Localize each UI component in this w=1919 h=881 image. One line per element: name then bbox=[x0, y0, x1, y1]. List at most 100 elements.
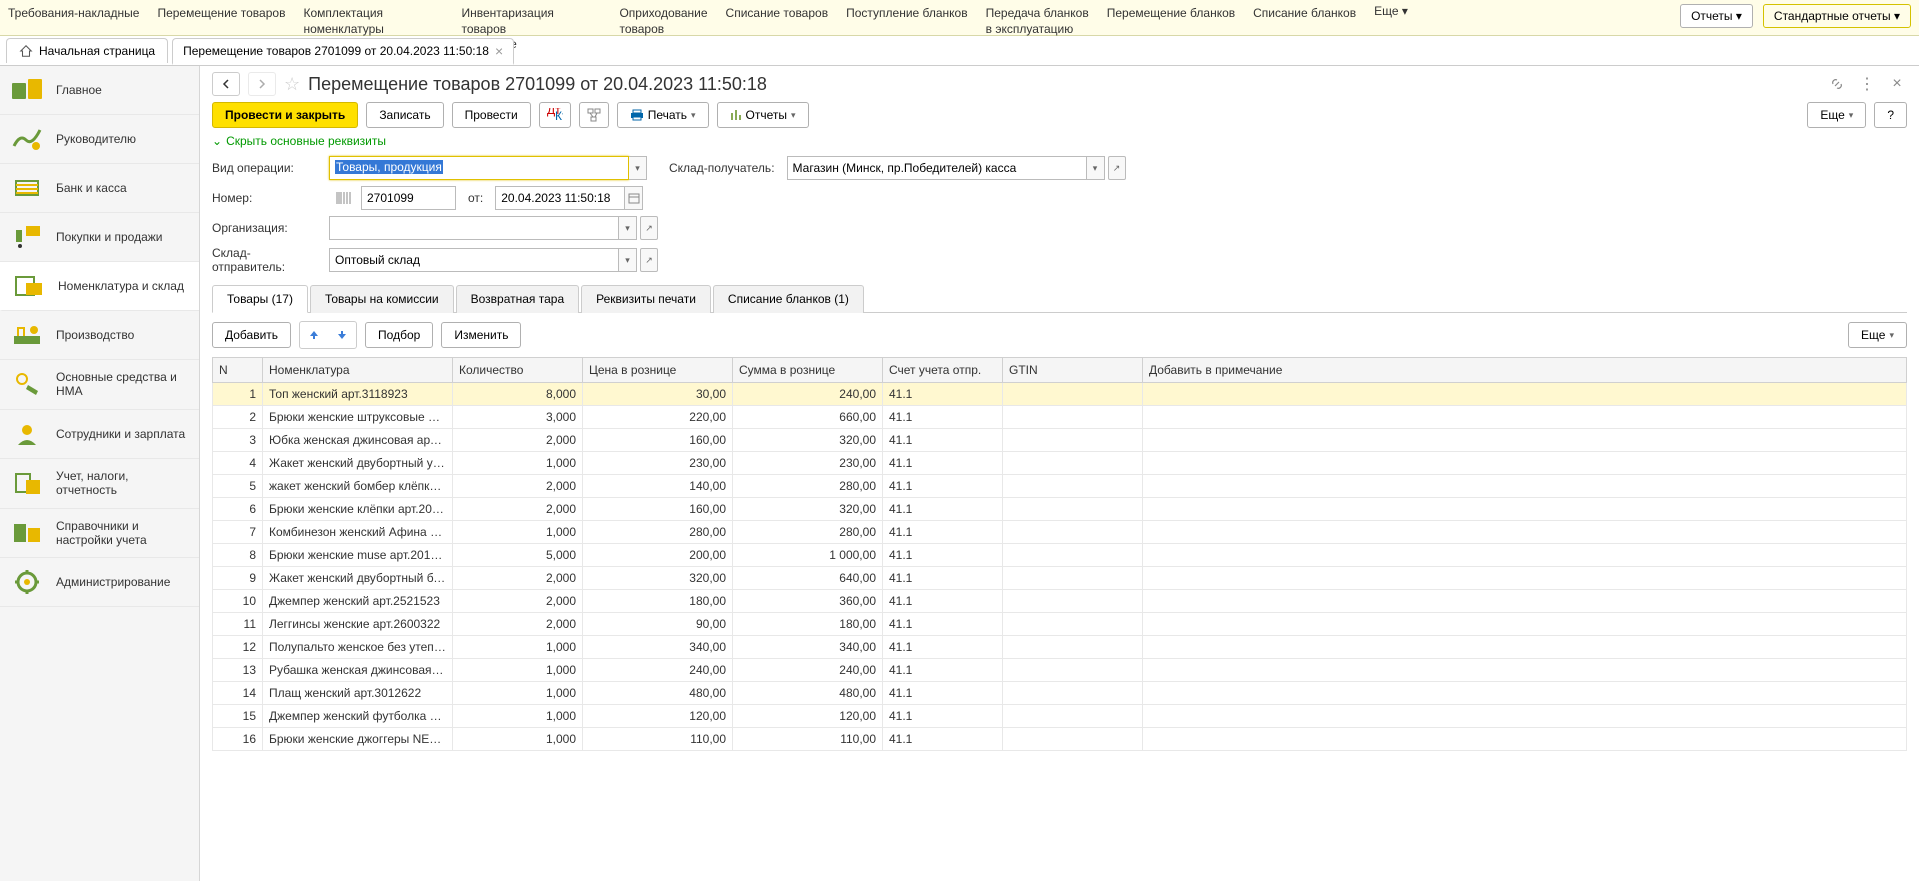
sidebar-item-10[interactable]: Администрирование bbox=[0, 558, 199, 607]
edit-row-button[interactable]: Изменить bbox=[441, 322, 521, 348]
number-input[interactable] bbox=[361, 186, 456, 210]
col-n[interactable]: N bbox=[213, 358, 263, 383]
detail-tab-0[interactable]: Товары (17) bbox=[212, 285, 308, 313]
toggle-details-link[interactable]: Скрыть основные реквизиты bbox=[212, 134, 386, 148]
table-row[interactable]: 10Джемпер женский арт.25215232,000180,00… bbox=[213, 590, 1907, 613]
table-row[interactable]: 7Комбинезон женский Афина арт....1,00028… bbox=[213, 521, 1907, 544]
sender-open-icon[interactable]: ↗ bbox=[640, 248, 658, 272]
table-row[interactable]: 4Жакет женский двубортный укор...1,00023… bbox=[213, 452, 1907, 475]
table-row[interactable]: 8Брюки женские muse арт.20102225,000200,… bbox=[213, 544, 1907, 567]
post-button[interactable]: Провести bbox=[452, 102, 531, 128]
top-menu-more[interactable]: Еще ▾ bbox=[1374, 4, 1408, 55]
detail-tab-2[interactable]: Возвратная тара bbox=[456, 285, 580, 313]
menu-forms-move[interactable]: Перемещение бланков bbox=[1107, 4, 1235, 55]
optype-dropdown-icon[interactable]: ▾ bbox=[629, 156, 647, 180]
calendar-icon[interactable] bbox=[625, 186, 643, 210]
optype-input[interactable]: Товары, продукция bbox=[329, 156, 629, 180]
menu-forms-transfer[interactable]: Передача бланков в эксплуатацию bbox=[986, 4, 1089, 55]
cell-n: 13 bbox=[213, 659, 263, 682]
table-row[interactable]: 13Рубашка женская джинсовая арт....1,000… bbox=[213, 659, 1907, 682]
sidebar-label: Руководителю bbox=[56, 132, 136, 146]
detail-tab-4[interactable]: Списание бланков (1) bbox=[713, 285, 864, 313]
sidebar-icon-8 bbox=[10, 469, 44, 497]
cell-acct: 41.1 bbox=[883, 498, 1003, 521]
sidebar-item-9[interactable]: Справочники и настройки учета bbox=[0, 509, 199, 559]
close-content-icon[interactable]: × bbox=[1887, 74, 1907, 94]
detail-tab-3[interactable]: Реквизиты печати bbox=[581, 285, 711, 313]
col-sum[interactable]: Сумма в рознице bbox=[733, 358, 883, 383]
receiver-input[interactable] bbox=[787, 156, 1087, 180]
sidebar-item-6[interactable]: Основные средства и НМА bbox=[0, 360, 199, 410]
table-row[interactable]: 6Брюки женские клёпки арт.2002...2,00016… bbox=[213, 498, 1907, 521]
top-reports-button[interactable]: Отчеты ▾ bbox=[1680, 4, 1753, 28]
table-row[interactable]: 11Леггинсы женские арт.26003222,00090,00… bbox=[213, 613, 1907, 636]
doc-tab-current[interactable]: Перемещение товаров 2701099 от 20.04.202… bbox=[172, 38, 514, 65]
print-button[interactable]: Печать bbox=[617, 102, 709, 128]
kebab-icon[interactable]: ⋮ bbox=[1857, 74, 1877, 94]
cell-gtin bbox=[1003, 475, 1143, 498]
move-down-button[interactable] bbox=[330, 324, 354, 346]
menu-forms-in[interactable]: Поступление бланков bbox=[846, 4, 968, 55]
sidebar-item-0[interactable]: Главное bbox=[0, 66, 199, 115]
link-icon[interactable] bbox=[1827, 74, 1847, 94]
org-input[interactable] bbox=[329, 216, 619, 240]
col-acct[interactable]: Счет учета отпр. bbox=[883, 358, 1003, 383]
sidebar-item-1[interactable]: Руководителю bbox=[0, 115, 199, 164]
detail-tab-1[interactable]: Товары на комиссии bbox=[310, 285, 454, 313]
cell-gtin bbox=[1003, 544, 1143, 567]
sender-dropdown-icon[interactable]: ▾ bbox=[619, 248, 637, 272]
table-row[interactable]: 2Брюки женские штруксовые арт....3,00022… bbox=[213, 406, 1907, 429]
move-row-group bbox=[299, 321, 357, 349]
pick-button[interactable]: Подбор bbox=[365, 322, 433, 348]
items-table[interactable]: N Номенклатура Количество Цена в рознице… bbox=[212, 357, 1907, 751]
col-name[interactable]: Номенклатура bbox=[263, 358, 453, 383]
close-icon[interactable]: × bbox=[495, 44, 503, 58]
col-price[interactable]: Цена в рознице bbox=[583, 358, 733, 383]
col-note[interactable]: Добавить в примечание bbox=[1143, 358, 1907, 383]
table-row[interactable]: 9Жакет женский двубортный база ...2,0003… bbox=[213, 567, 1907, 590]
menu-writeoff[interactable]: Списание товаров bbox=[726, 4, 829, 55]
sender-input[interactable] bbox=[329, 248, 619, 272]
sidebar-item-2[interactable]: Банк и касса bbox=[0, 164, 199, 213]
top-standard-reports-button[interactable]: Стандартные отчеты ▾ bbox=[1763, 4, 1911, 28]
table-row[interactable]: 16Брюки женские джоггеры NEW а...1,00011… bbox=[213, 728, 1907, 751]
structure-button[interactable] bbox=[579, 102, 609, 128]
sidebar-item-8[interactable]: Учет, налоги, отчетность bbox=[0, 459, 199, 509]
table-more-button[interactable]: Еще bbox=[1848, 322, 1907, 348]
cell-price: 200,00 bbox=[583, 544, 733, 567]
sidebar-item-7[interactable]: Сотрудники и зарплата bbox=[0, 410, 199, 459]
receiver-dropdown-icon[interactable]: ▾ bbox=[1087, 156, 1105, 180]
receiver-open-icon[interactable]: ↗ bbox=[1108, 156, 1126, 180]
reports-button[interactable]: Отчеты bbox=[717, 102, 809, 128]
home-tab[interactable]: Начальная страница bbox=[6, 38, 168, 63]
col-qty[interactable]: Количество bbox=[453, 358, 583, 383]
date-input[interactable] bbox=[495, 186, 625, 210]
post-and-close-button[interactable]: Провести и закрыть bbox=[212, 102, 358, 128]
content-header: ☆ Перемещение товаров 2701099 от 20.04.2… bbox=[212, 72, 1907, 96]
dt-kt-button[interactable]: ДтКт bbox=[539, 102, 571, 128]
table-row[interactable]: 5жакет женский бомбер клёпки ар...2,0001… bbox=[213, 475, 1907, 498]
table-row[interactable]: 12Полупальто женское без утеплит...1,000… bbox=[213, 636, 1907, 659]
add-row-button[interactable]: Добавить bbox=[212, 322, 291, 348]
table-row[interactable]: 15Джемпер женский футболка овер...1,0001… bbox=[213, 705, 1907, 728]
sidebar-item-3[interactable]: Покупки и продажи bbox=[0, 213, 199, 262]
help-button[interactable]: ? bbox=[1874, 102, 1907, 128]
menu-forms-writeoff[interactable]: Списание бланков bbox=[1253, 4, 1356, 55]
nav-back-button[interactable] bbox=[212, 72, 240, 96]
barcode-icon[interactable] bbox=[335, 189, 353, 207]
nav-forward-button[interactable] bbox=[248, 72, 276, 96]
table-row[interactable]: 1Топ женский арт.31189238,00030,00240,00… bbox=[213, 383, 1907, 406]
org-dropdown-icon[interactable]: ▾ bbox=[619, 216, 637, 240]
col-gtin[interactable]: GTIN bbox=[1003, 358, 1143, 383]
move-up-button[interactable] bbox=[302, 324, 326, 346]
menu-receipt[interactable]: Оприходование товаров bbox=[619, 4, 707, 55]
favorite-icon[interactable]: ☆ bbox=[284, 74, 300, 95]
org-open-icon[interactable]: ↗ bbox=[640, 216, 658, 240]
table-row[interactable]: 3Юбка женская джинсовая арт.21...2,00016… bbox=[213, 429, 1907, 452]
toolbar-more-button[interactable]: Еще bbox=[1807, 102, 1866, 128]
sidebar-item-5[interactable]: Производство bbox=[0, 311, 199, 360]
table-row[interactable]: 14Плащ женский арт.30126221,000480,00480… bbox=[213, 682, 1907, 705]
sidebar-item-4[interactable]: Номенклатура и склад bbox=[0, 262, 199, 311]
save-button[interactable]: Записать bbox=[366, 102, 443, 128]
cell-name: Леггинсы женские арт.2600322 bbox=[263, 613, 453, 636]
